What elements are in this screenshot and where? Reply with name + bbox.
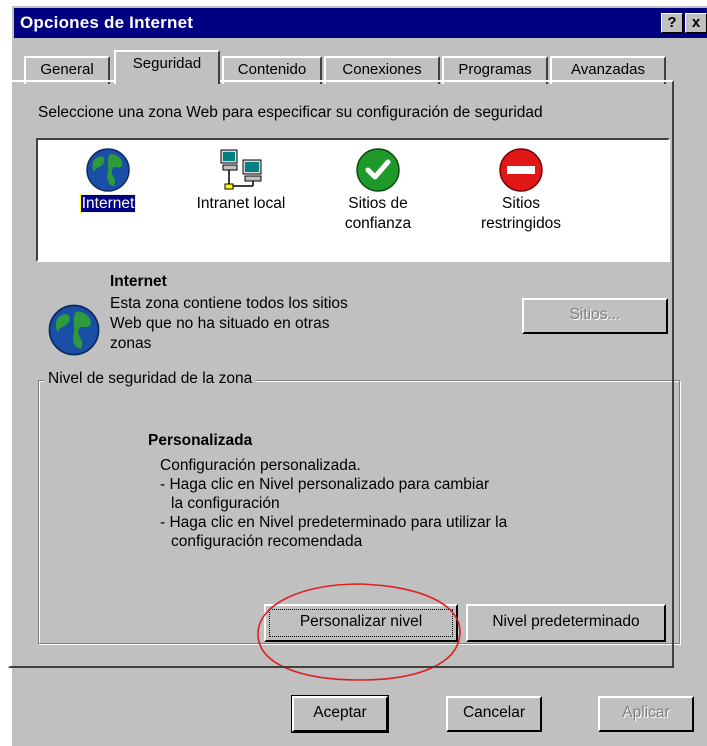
title-bar[interactable]: Opciones de Internet ? x <box>14 8 707 38</box>
active-tab-gap <box>116 80 216 84</box>
window-title: Opciones de Internet <box>20 13 194 32</box>
help-button[interactable]: ? <box>661 13 683 33</box>
tab-seguridad[interactable]: Seguridad <box>114 50 220 84</box>
ok-button[interactable]: Aceptar <box>291 695 389 733</box>
apply-button[interactable]: Aplicar <box>598 696 694 732</box>
close-button[interactable]: x <box>685 13 707 33</box>
security-level-legend: Nivel de seguridad de la zona <box>44 370 257 388</box>
cancel-button[interactable]: Cancelar <box>446 696 542 732</box>
